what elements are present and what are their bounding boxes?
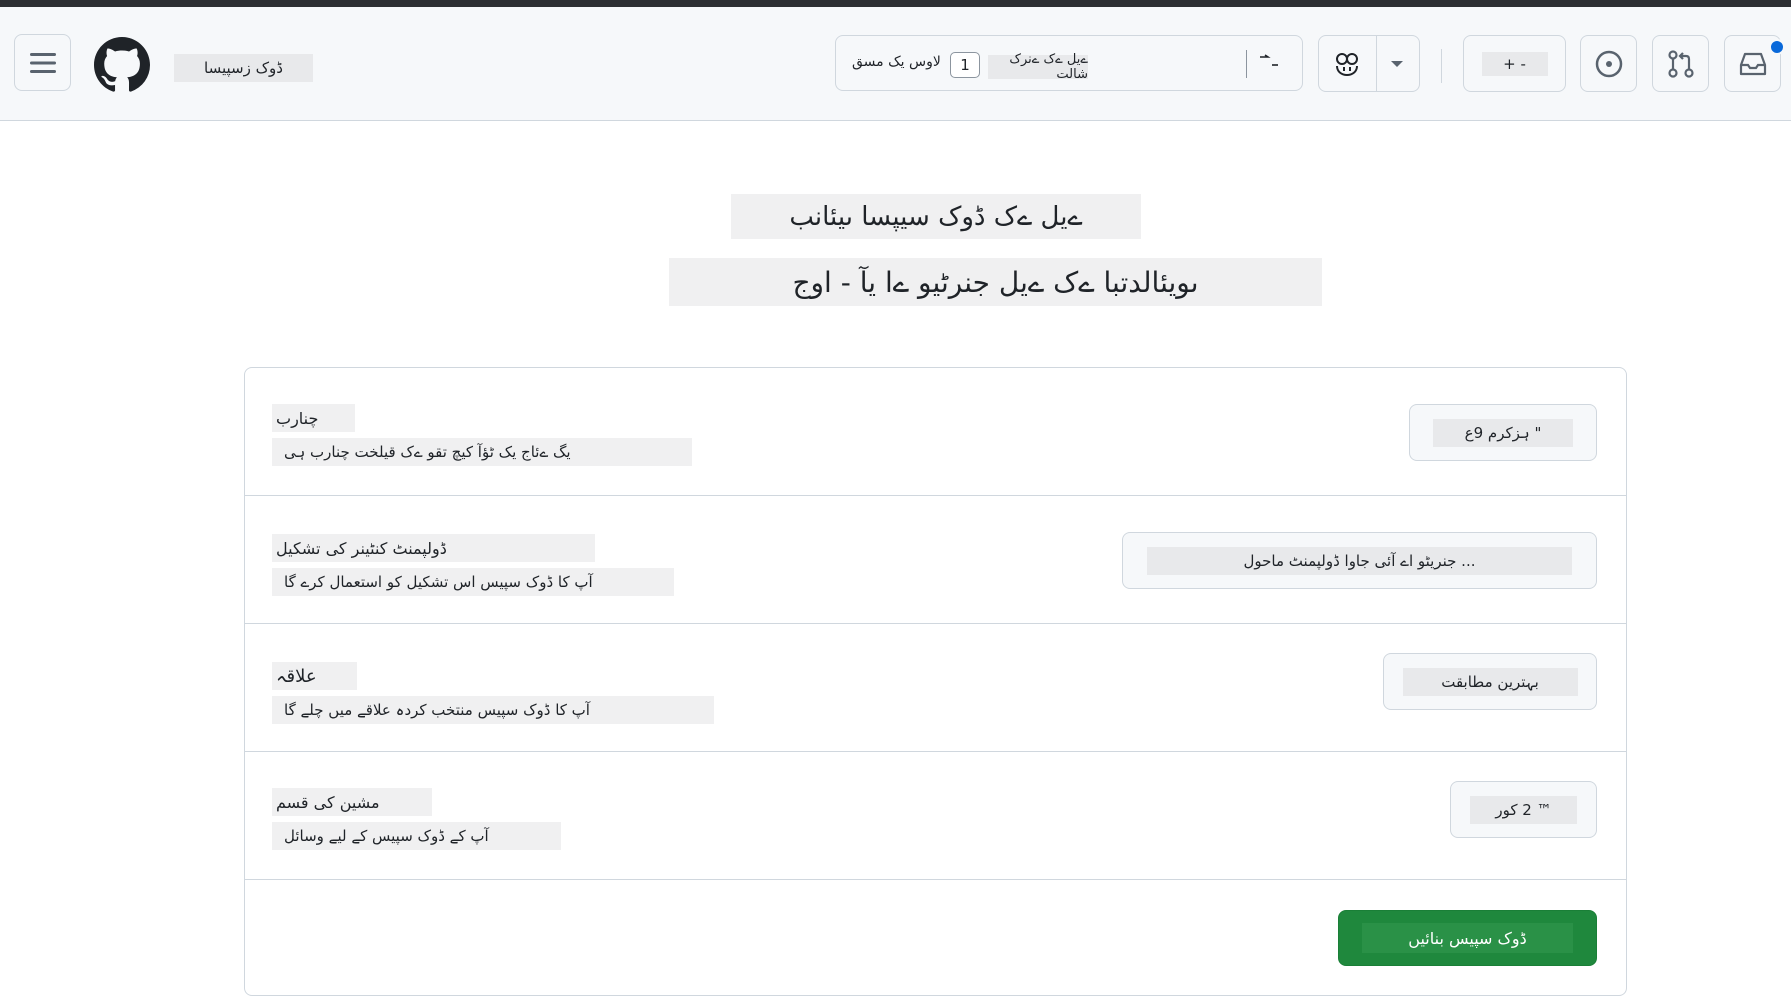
dev-container-select-button[interactable]: ... جنریٹو اے آئی جاوا ڈولپمنٹ ماحول: [1122, 532, 1597, 589]
machine-type-select-button[interactable]: ™ 2 کور: [1450, 781, 1597, 838]
option-row-region: علاقہ آپ کا ڈوک سپیس منتخب کردہ علاقے می…: [245, 624, 1626, 752]
copilot-divider: [1376, 36, 1377, 91]
option-subtitle-machine-type: آپ کے ڈوک سپیس کے لیے وسائل: [272, 822, 561, 850]
dev-container-select-label: ... جنریٹو اے آئی جاوا ڈولپمنٹ ماحول: [1147, 546, 1572, 575]
create-new-button[interactable]: + -: [1463, 35, 1566, 92]
inbox-icon: [1738, 51, 1768, 77]
issues-button[interactable]: [1580, 35, 1637, 92]
pull-requests-button[interactable]: [1652, 35, 1709, 92]
option-row-dev-container: ڈولپمنٹ کنٹینر کی تشکیل آپ کا ڈوک سپیس ا…: [245, 496, 1626, 624]
chevron-down-icon[interactable]: [1389, 58, 1405, 70]
global-header: ڈوک زسپیسا لاوس یک مسق 1 ےیل ےک ےنرک شال…: [0, 7, 1791, 121]
search-key-hint: 1: [950, 52, 980, 78]
option-title-dev-container: ڈولپمنٹ کنٹینر کی تشکیل: [272, 534, 595, 562]
option-title-machine-type: مشین کی قسم: [272, 788, 432, 816]
option-title-branch: چنارب: [272, 404, 355, 432]
option-subtitle-branch: یگ ےئاج یک ٹؤآ کیچ تقو ےک قیلخت چنارب ہی: [272, 438, 692, 466]
create-codespace-button[interactable]: ڈوک سپیس بنائیں: [1338, 910, 1597, 966]
copilot-button[interactable]: [1318, 35, 1420, 92]
github-logo-icon[interactable]: [94, 37, 150, 93]
region-select-button[interactable]: بہترین مطابقت: [1383, 653, 1597, 710]
option-row-machine-type: مشین کی قسم آپ کے ڈوک سپیس کے لیے وسائل …: [245, 752, 1626, 880]
search-divider: [1246, 50, 1247, 78]
browser-top-strip: [0, 0, 1791, 7]
header-divider: [1441, 49, 1442, 83]
search-hint-label: ےیل ےک ےنرک شالت: [988, 52, 1088, 82]
codespace-options-panel: چنارب یگ ےئاج یک ٹؤآ کیچ تقو ےک قیلخت چن…: [244, 367, 1627, 996]
option-row-branch: چنارب یگ ےئاج یک ٹؤآ کیچ تقو ےک قیلخت چن…: [245, 368, 1626, 496]
breadcrumb-codespaces[interactable]: ڈوک زسپیسا: [174, 54, 313, 82]
branch-select-label: " ہزکرم 9ع: [1433, 418, 1573, 447]
option-title-region: علاقہ: [272, 662, 357, 690]
hamburger-icon: [29, 52, 56, 74]
copilot-icon: [1333, 50, 1363, 78]
option-subtitle-region: آپ کا ڈوک سپیس منتخب کردہ علاقے میں چلے …: [272, 696, 714, 724]
git-pull-request-icon: [1667, 49, 1695, 79]
panel-footer: ڈوک سپیس بنائیں: [245, 881, 1626, 995]
option-subtitle-dev-container: آپ کا ڈوک سپیس اس تشکیل کو استعمال کرے گ…: [272, 568, 674, 596]
search-input[interactable]: لاوس یک مسق 1 ےیل ےک ےنرک شالت: [835, 35, 1303, 91]
region-select-label: بہترین مطابقت: [1402, 667, 1578, 696]
create-new-label: + -: [1481, 51, 1548, 76]
create-codespace-label: ڈوک سپیس بنائیں: [1362, 923, 1573, 953]
machine-type-select-label: ™ 2 کور: [1470, 795, 1577, 824]
search-prefix: لاوس یک مسق: [852, 54, 941, 70]
page-title: ےیل ےک ڈوک سیپسا ںیئانب: [731, 194, 1141, 239]
command-palette-icon[interactable]: [1258, 54, 1282, 70]
branch-select-button[interactable]: " ہزکرم 9ع: [1409, 404, 1597, 461]
notification-indicator: [1769, 39, 1785, 55]
issue-opened-icon: [1594, 49, 1624, 79]
menu-button[interactable]: [14, 34, 71, 91]
page-subtitle: ںویئالدتبا ےک ےیل جنرٹیو ےا یآ - اوج: [669, 258, 1322, 306]
